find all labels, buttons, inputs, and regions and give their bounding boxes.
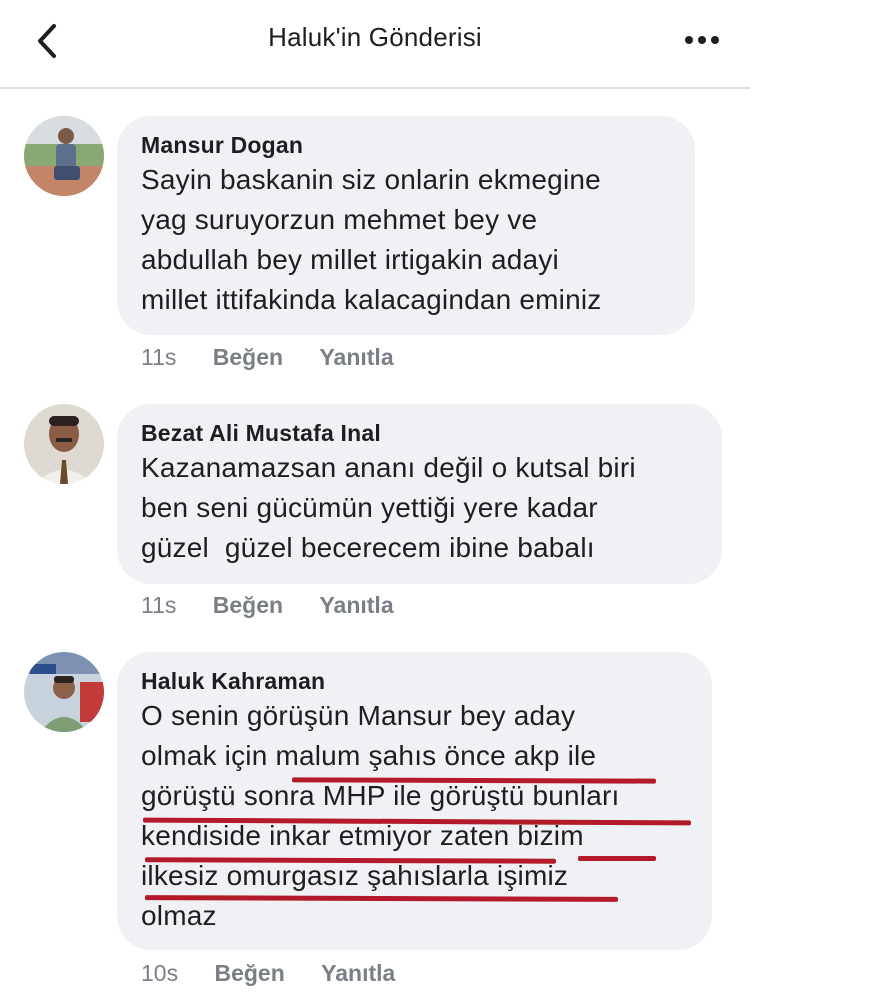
- reply-button[interactable]: Yanıtla: [319, 344, 393, 370]
- comment-bubble[interactable]: Mansur Dogan Sayin baskanin siz onlarin …: [117, 116, 695, 335]
- like-button[interactable]: Beğen: [214, 960, 284, 986]
- comment-text: Sayin baskanin siz onlarin ekmegine yag …: [141, 164, 602, 315]
- comment-author[interactable]: Mansur Dogan: [141, 130, 671, 160]
- comment-actions: 11s Beğen Yanıtla: [141, 342, 424, 372]
- comment-time: 11s: [141, 592, 177, 618]
- comment-author[interactable]: Bezat Ali Mustafa Inal: [141, 418, 698, 448]
- comment-author[interactable]: Haluk Kahraman: [141, 666, 688, 696]
- highlight-underline: [578, 856, 656, 861]
- more-options-icon[interactable]: [682, 28, 722, 52]
- comment-actions: 10s Beğen Yanıtla: [141, 958, 425, 988]
- reply-button[interactable]: Yanıtla: [321, 960, 395, 986]
- avatar[interactable]: [24, 652, 104, 732]
- top-bar: Haluk'in Gönderisi: [0, 0, 750, 89]
- like-button[interactable]: Beğen: [213, 592, 283, 618]
- avatar[interactable]: [24, 404, 104, 484]
- avatar[interactable]: [24, 116, 104, 196]
- comment-time: 11s: [141, 344, 177, 370]
- like-button[interactable]: Beğen: [213, 344, 283, 370]
- comment-actions: 11s Beğen Yanıtla: [141, 590, 424, 620]
- comment-text: Kazanamazsan ananı değil o kutsal biri b…: [141, 452, 636, 563]
- reply-button[interactable]: Yanıtla: [319, 592, 393, 618]
- page-title: Haluk'in Gönderisi: [268, 22, 482, 52]
- comment-bubble[interactable]: Bezat Ali Mustafa Inal Kazanamazsan anan…: [117, 404, 722, 584]
- comment-bubble[interactable]: Haluk Kahraman O senin görüşün Mansur be…: [117, 652, 712, 950]
- comment-time: 10s: [141, 960, 179, 986]
